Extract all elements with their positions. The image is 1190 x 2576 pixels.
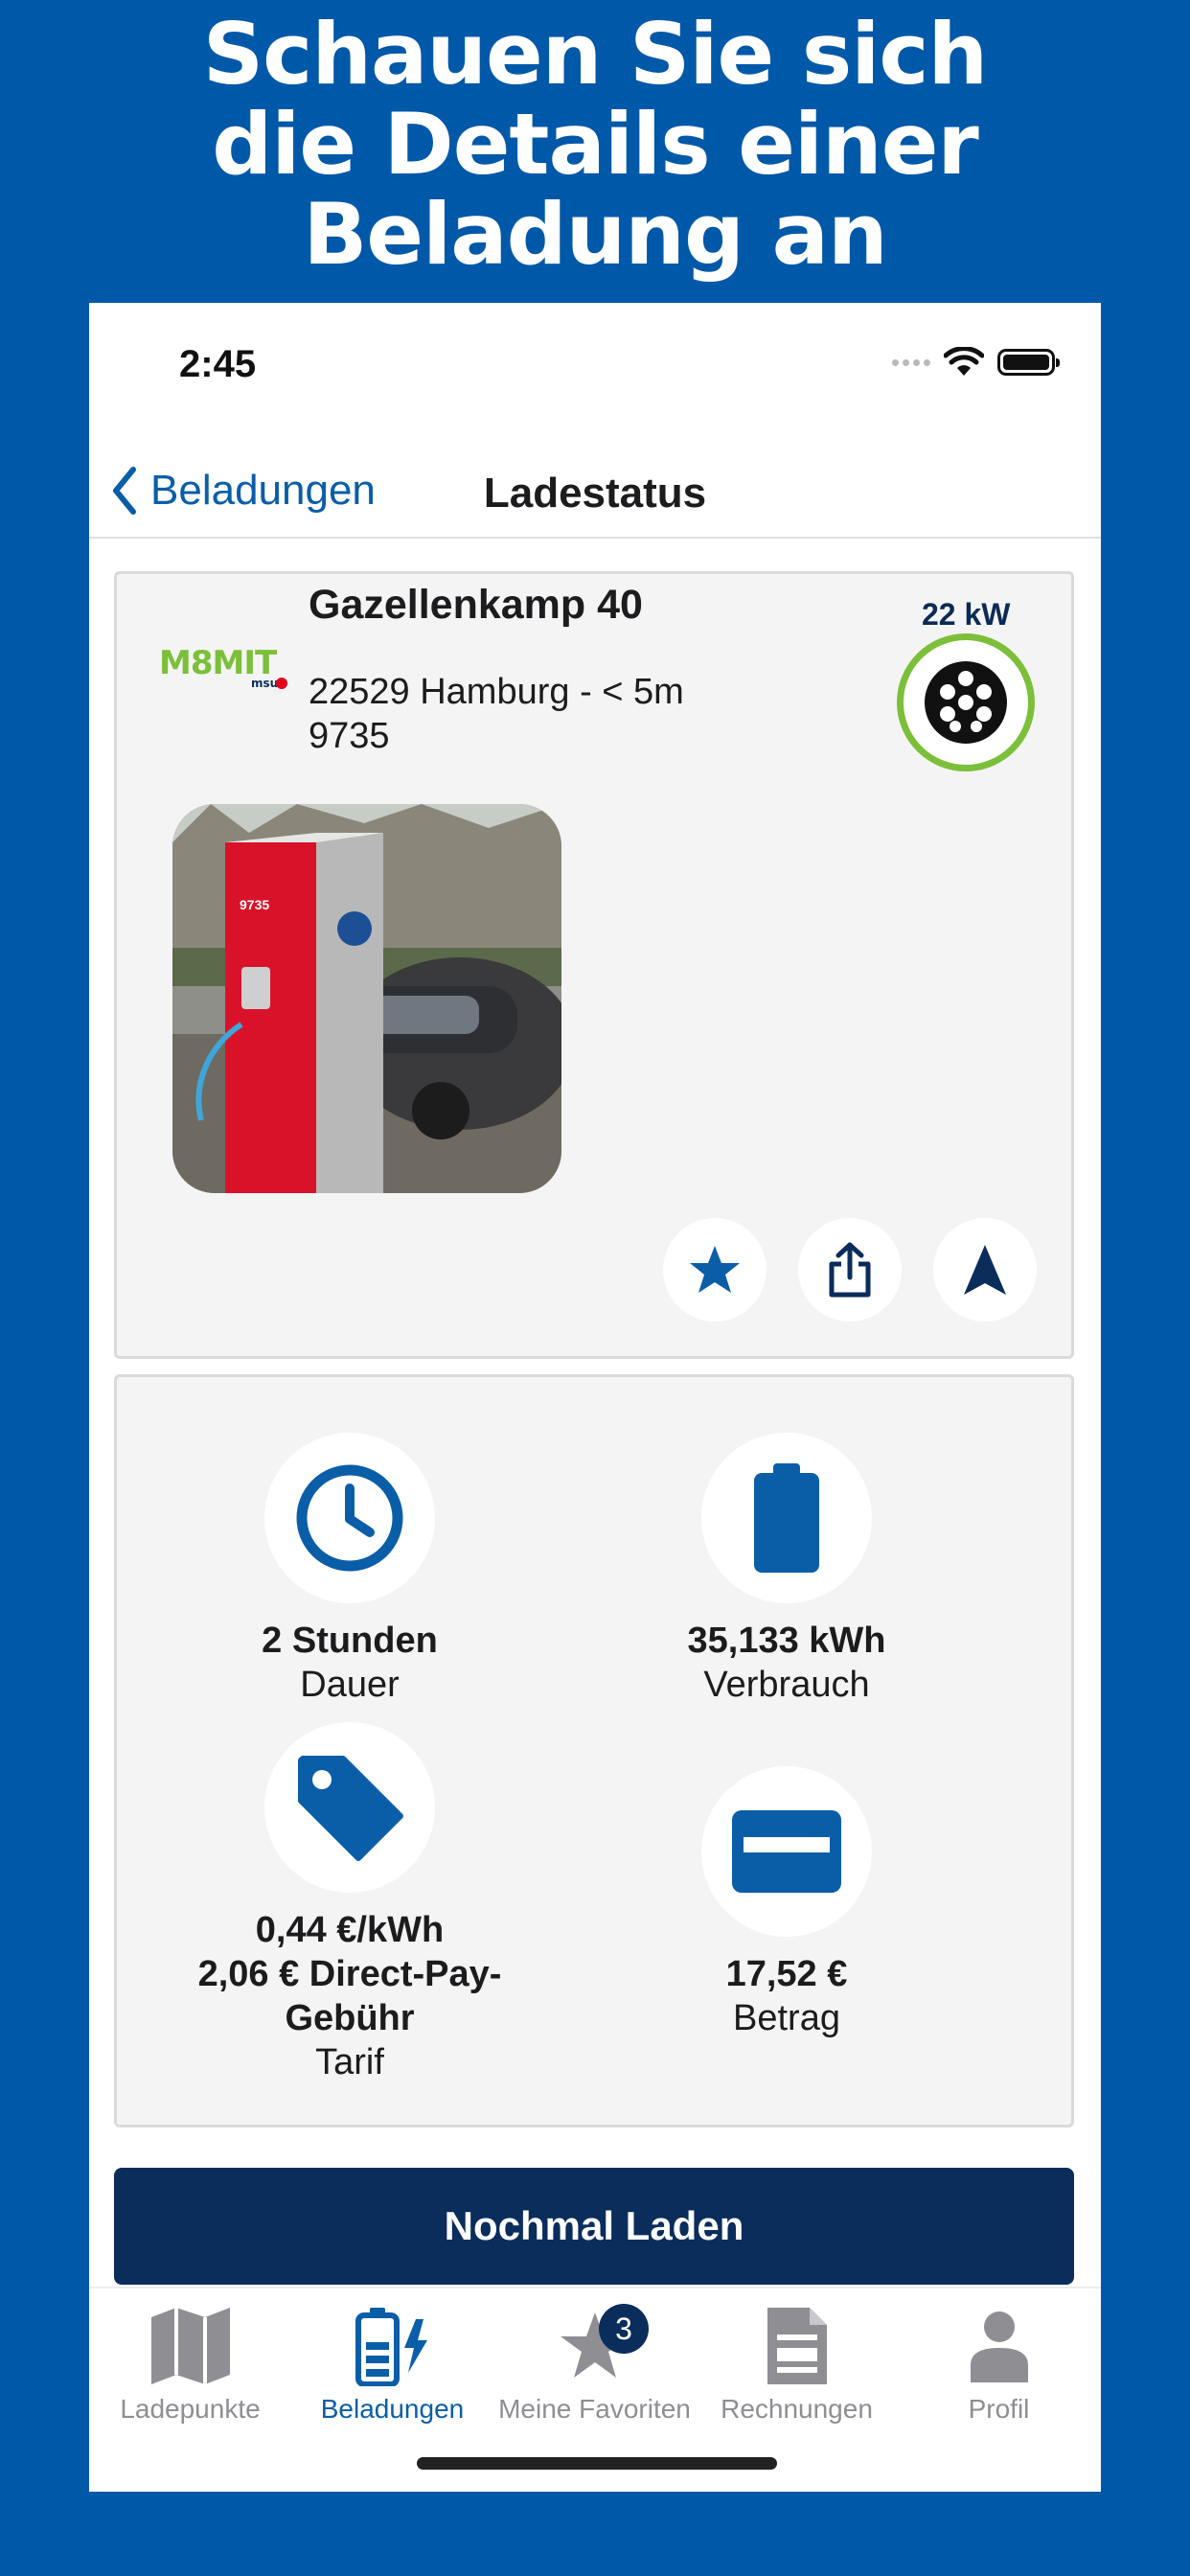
type2-plug-icon xyxy=(897,633,1035,771)
stat-tariff: 0,44 €/kWh 2,06 € Direct-Pay-Gebühr Tari… xyxy=(158,1722,541,2084)
stat-amount: 17,52 € Betrag xyxy=(595,1766,978,2040)
navigation-bar: Beladungen Ladestatus xyxy=(89,437,1101,539)
stat-consumption: 35,133 kWh Verbrauch xyxy=(595,1433,978,1707)
station-id: 9735 xyxy=(309,716,390,756)
headline-line-2: die Details einer xyxy=(212,95,979,194)
station-card: M8MIT msu Gazellenkamp 40 22529 Hamburg … xyxy=(114,571,1074,1359)
power-label: 22 kW xyxy=(922,597,1011,632)
charging-details-card: 2 Stunden Dauer 35,133 kWh Verbrauch 0,4… xyxy=(114,1374,1074,2128)
tariff-value: 0,44 €/kWh 2,06 € Direct-Pay-Gebühr xyxy=(158,1908,541,2040)
status-time: 2:45 xyxy=(179,343,257,385)
wifi-icon xyxy=(944,347,984,376)
station-address: 22529 Hamburg - < 5m 9735 xyxy=(309,670,684,758)
person-icon xyxy=(970,2312,1028,2382)
tab-label: Beladungen xyxy=(320,2394,465,2424)
share-button[interactable] xyxy=(798,1218,902,1322)
amount-value: 17,52 € xyxy=(725,1954,848,1994)
headline-line-3: Beladung an xyxy=(303,185,887,284)
headline-line-1: Schauen Sie sich xyxy=(202,5,988,104)
station-photo: 9735 xyxy=(172,804,561,1193)
favorites-badge: 3 xyxy=(599,2304,649,2354)
tab-beladungen[interactable]: Beladungen xyxy=(291,2302,493,2425)
consumption-value: 35,133 kWh xyxy=(687,1621,886,1661)
tab-label: Profil xyxy=(968,2394,1030,2424)
duration-value: 2 Stunden xyxy=(262,1621,438,1661)
star-icon xyxy=(690,1246,740,1293)
svg-text:msu: msu xyxy=(251,677,278,690)
home-indicator[interactable] xyxy=(417,2457,777,2470)
credit-card-icon xyxy=(732,1810,841,1893)
signal-icon xyxy=(892,358,930,366)
station-name: Gazellenkamp 40 xyxy=(309,582,643,628)
tariff-label: Tarif xyxy=(315,2042,384,2082)
tab-label: Meine Favoriten xyxy=(498,2394,691,2424)
battery-status-icon xyxy=(997,349,1060,376)
tab-ladepunkte[interactable]: Ladepunkte xyxy=(89,2302,291,2425)
charging-battery-icon xyxy=(355,2308,427,2386)
svg-text:9735: 9735 xyxy=(240,897,269,912)
tariff-direct-pay-fee: 2,06 € Direct-Pay-Gebühr xyxy=(197,1954,502,2038)
tariff-price-per-kwh: 0,44 €/kWh xyxy=(255,1910,445,1950)
promo-headline: Schauen Sie sich die Details einer Belad… xyxy=(0,10,1190,280)
share-icon xyxy=(829,1242,871,1298)
map-icon xyxy=(150,2308,230,2384)
duration-label: Dauer xyxy=(300,1665,400,1705)
charge-again-button[interactable]: Nochmal Laden xyxy=(114,2168,1074,2285)
operator-logo: M8MIT msu xyxy=(159,644,289,696)
tab-rechnungen[interactable]: Rechnungen xyxy=(696,2302,898,2425)
phone-screen: 2:45 Beladungen Ladestatus M8MIT msu Gaz xyxy=(89,303,1101,2492)
tab-meine-favoriten[interactable]: 3 Meine Favoriten xyxy=(493,2302,696,2425)
clock-icon xyxy=(296,1464,403,1572)
price-tag-icon xyxy=(298,1756,403,1861)
amount-label: Betrag xyxy=(733,1998,840,2038)
battery-icon xyxy=(754,1463,819,1573)
tab-label: Ladepunkte xyxy=(120,2394,261,2424)
stat-duration: 2 Stunden Dauer xyxy=(158,1433,541,1707)
navigation-arrow-icon xyxy=(964,1245,1006,1295)
navigate-button[interactable] xyxy=(933,1218,1037,1322)
status-icons xyxy=(892,347,1060,378)
consumption-label: Verbrauch xyxy=(703,1665,870,1705)
tab-label: Rechnungen xyxy=(721,2394,873,2424)
address-line: 22529 Hamburg - < 5m xyxy=(309,672,684,712)
favorite-button[interactable] xyxy=(663,1218,767,1322)
page-title: Ladestatus xyxy=(483,470,707,517)
invoice-icon xyxy=(767,2308,827,2384)
tab-profil[interactable]: Profil xyxy=(898,2302,1100,2425)
